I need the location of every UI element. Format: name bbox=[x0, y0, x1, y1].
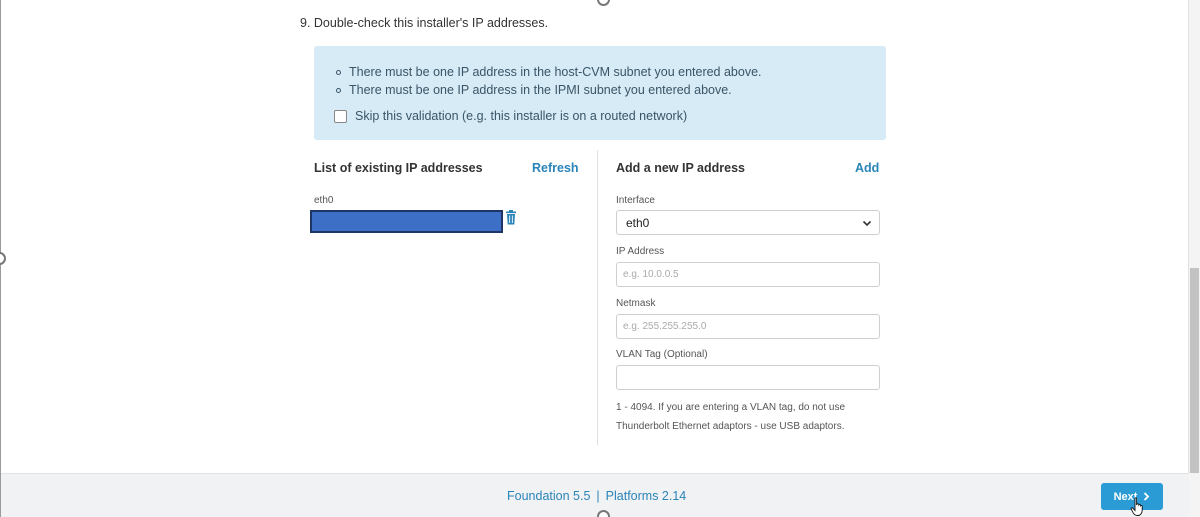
version-info: Foundation 5.5 | Platforms 2.14 bbox=[507, 489, 686, 503]
foundation-version[interactable]: Foundation 5.5 bbox=[507, 489, 590, 503]
netmask-input[interactable]: e.g. 255.255.255.0 bbox=[616, 314, 880, 339]
interface-select[interactable]: eth0 bbox=[616, 210, 880, 235]
interface-label: Interface bbox=[616, 195, 655, 206]
vlan-tag-label: VLAN Tag (Optional) bbox=[616, 349, 708, 360]
vlan-tag-input[interactable] bbox=[616, 365, 880, 390]
add-ip-button[interactable]: Add bbox=[855, 161, 879, 175]
step-title: 9. Double-check this installer's IP addr… bbox=[300, 16, 549, 30]
skip-validation-label: Skip this validation (e.g. this installe… bbox=[355, 109, 688, 123]
version-separator: | bbox=[596, 489, 600, 503]
existing-interface-label: eth0 bbox=[314, 195, 334, 206]
ip-address-input[interactable]: e.g. 10.0.0.5 bbox=[616, 262, 880, 287]
resize-handle-bottom[interactable] bbox=[597, 510, 610, 517]
requirement-host-cvm: There must be one IP address in the host… bbox=[336, 63, 762, 81]
installer-page: 9. Double-check this installer's IP addr… bbox=[0, 0, 1200, 517]
platforms-version[interactable]: Platforms 2.14 bbox=[606, 489, 687, 503]
resize-handle-top[interactable] bbox=[597, 0, 610, 6]
trash-icon[interactable] bbox=[505, 210, 517, 225]
scrollbar-track[interactable] bbox=[1188, 0, 1200, 517]
validation-requirements-list: There must be one IP address in the host… bbox=[336, 63, 762, 99]
existing-ip-value-redacted bbox=[310, 210, 503, 233]
requirement-ipmi: There must be one IP address in the IPMI… bbox=[336, 81, 762, 99]
refresh-button[interactable]: Refresh bbox=[532, 161, 579, 175]
validation-info-box: There must be one IP address in the host… bbox=[314, 46, 886, 140]
skip-validation-option[interactable]: Skip this validation (e.g. this installe… bbox=[334, 109, 687, 123]
chevron-down-icon bbox=[862, 220, 872, 226]
resize-handle-left[interactable] bbox=[0, 252, 6, 265]
column-divider bbox=[597, 150, 598, 445]
existing-ips-heading: List of existing IP addresses bbox=[314, 161, 483, 175]
footer-bar: Foundation 5.5 | Platforms 2.14 Next bbox=[1, 473, 1189, 517]
skip-validation-checkbox[interactable] bbox=[334, 109, 347, 123]
vlan-hint-line-1: 1 - 4094. If you are entering a VLAN tag… bbox=[616, 402, 846, 413]
hand-pointer-cursor-icon bbox=[1130, 497, 1143, 516]
add-ip-heading: Add a new IP address bbox=[616, 161, 745, 175]
vlan-hint-line-2: Thunderbolt Ethernet adaptors - use USB … bbox=[616, 421, 845, 432]
netmask-label: Netmask bbox=[616, 298, 656, 309]
interface-select-value: eth0 bbox=[626, 215, 650, 230]
ip-address-label: IP Address bbox=[616, 246, 665, 257]
scrollbar-thumb[interactable] bbox=[1190, 268, 1199, 473]
